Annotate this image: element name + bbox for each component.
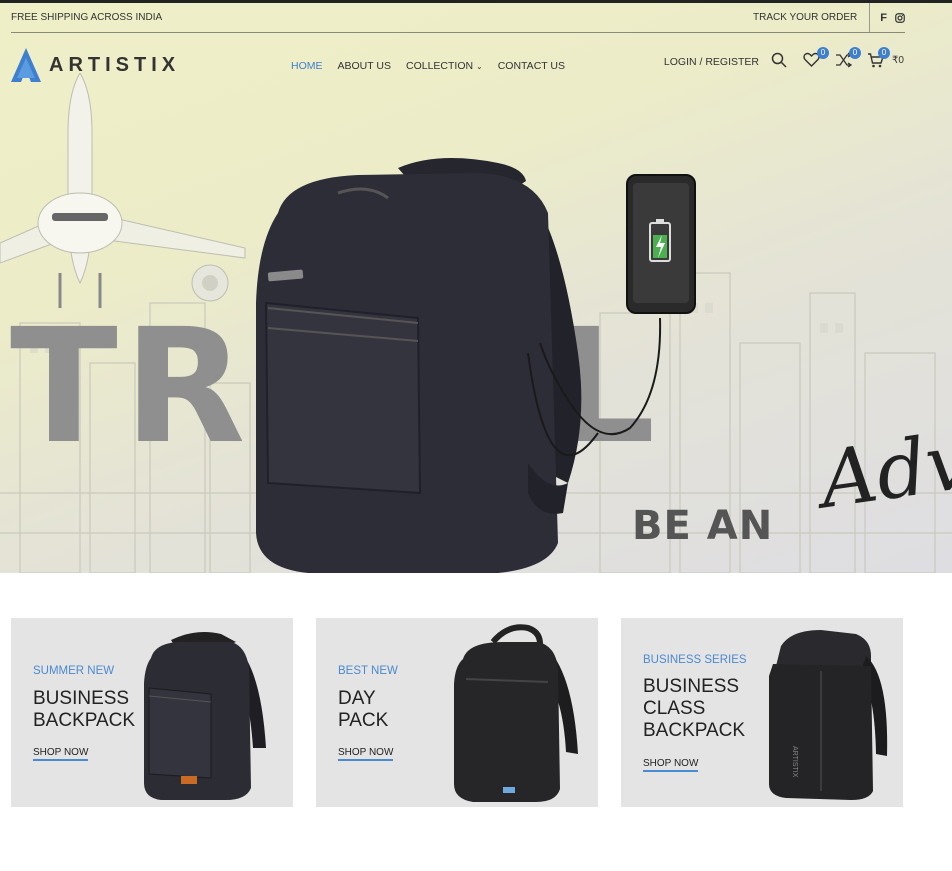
card-title: DAY PACK bbox=[338, 688, 388, 732]
card-title-line-2: CLASS bbox=[643, 698, 706, 719]
wishlist-count-badge: 0 bbox=[817, 47, 829, 59]
card-title-line-3: BACKPACK bbox=[643, 720, 746, 741]
card-subtitle: SUMMER NEW bbox=[33, 665, 115, 677]
wishlist-button[interactable]: 0 bbox=[803, 47, 829, 72]
facebook-icon[interactable]: f bbox=[880, 12, 887, 24]
nav-contact-us[interactable]: CONTACT US bbox=[498, 60, 565, 72]
social-links: f bbox=[870, 12, 905, 24]
card-subtitle: BEST NEW bbox=[338, 665, 398, 677]
card-title: BUSINESS BACKPACK bbox=[33, 688, 135, 732]
logo-mark-icon bbox=[11, 48, 41, 82]
logo-text: ARTISTIX bbox=[49, 53, 181, 76]
charging-cable bbox=[539, 317, 662, 436]
card-title: BUSINESS CLASS BACKPACK bbox=[643, 676, 745, 742]
business-class-backpack-image: ARTISTIX bbox=[769, 630, 888, 800]
nav-collection[interactable]: COLLECTION ⌄ bbox=[406, 60, 483, 72]
hero-word-be-an: BE AN bbox=[632, 503, 774, 549]
phone-charging-image bbox=[626, 174, 696, 314]
promo-card-day-pack[interactable]: BEST NEW DAY PACK SHOP NOW bbox=[316, 618, 598, 807]
main-navigation: HOME ABOUT US COLLECTION ⌄ CONTACT US bbox=[291, 60, 565, 72]
card-subtitle: BUSINESS SERIES bbox=[643, 654, 747, 666]
card-title-line-2: PACK bbox=[338, 710, 389, 731]
compare-count-badge: 0 bbox=[849, 47, 861, 59]
card-title-line-1: BUSINESS bbox=[33, 688, 130, 709]
svg-text:ARTISTIX: ARTISTIX bbox=[791, 746, 798, 778]
top-bar: FREE SHIPPING ACROSS INDIA TRACK YOUR OR… bbox=[11, 3, 905, 33]
cart-total: ₹0 bbox=[892, 55, 904, 66]
chevron-down-icon: ⌄ bbox=[476, 62, 483, 71]
site-logo[interactable]: ARTISTIX bbox=[11, 48, 180, 82]
card-title-line-1: DAY bbox=[338, 688, 376, 709]
nav-collection-label: COLLECTION bbox=[405, 60, 474, 72]
shop-now-link[interactable]: SHOP NOW bbox=[338, 747, 394, 761]
nav-about-us[interactable]: ABOUT US bbox=[338, 60, 391, 72]
day-pack-image bbox=[454, 624, 578, 802]
topbar-right: TRACK YOUR ORDER f bbox=[753, 3, 905, 32]
business-backpack-image bbox=[144, 632, 266, 800]
cart-button[interactable]: 0 ₹0 bbox=[867, 47, 905, 72]
shop-now-link[interactable]: SHOP NOW bbox=[643, 758, 699, 772]
track-order-link[interactable]: TRACK YOUR ORDER bbox=[753, 3, 871, 32]
instagram-icon[interactable] bbox=[895, 12, 905, 23]
nav-home[interactable]: HOME bbox=[291, 60, 323, 72]
promo-card-business-class-backpack[interactable]: BUSINESS SERIES BUSINESS CLASS BACKPACK … bbox=[621, 618, 903, 807]
cart-count-badge: 0 bbox=[878, 47, 890, 59]
search-icon bbox=[771, 52, 787, 68]
card-title-line-1: BUSINESS bbox=[643, 676, 740, 697]
search-button[interactable] bbox=[771, 52, 791, 72]
header-tools: LOGIN / REGISTER 0 0 0 ₹0 bbox=[664, 47, 905, 72]
card-title-line-2: BACKPACK bbox=[33, 710, 136, 731]
shop-now-link[interactable]: SHOP NOW bbox=[33, 747, 89, 761]
login-register-link[interactable]: LOGIN / REGISTER bbox=[664, 56, 759, 68]
free-shipping-text: FREE SHIPPING ACROSS INDIA bbox=[11, 12, 163, 23]
promo-card-business-backpack[interactable]: SUMMER NEW BUSINESS BACKPACK SHOP NOW bbox=[11, 618, 293, 807]
promo-cards: SUMMER NEW BUSINESS BACKPACK SHOP NOW BE… bbox=[11, 618, 905, 807]
main-header: ARTISTIX HOME ABOUT US COLLECTION ⌄ CONT… bbox=[11, 40, 905, 92]
compare-button[interactable]: 0 bbox=[835, 47, 861, 72]
airplane-illustration bbox=[0, 73, 246, 308]
